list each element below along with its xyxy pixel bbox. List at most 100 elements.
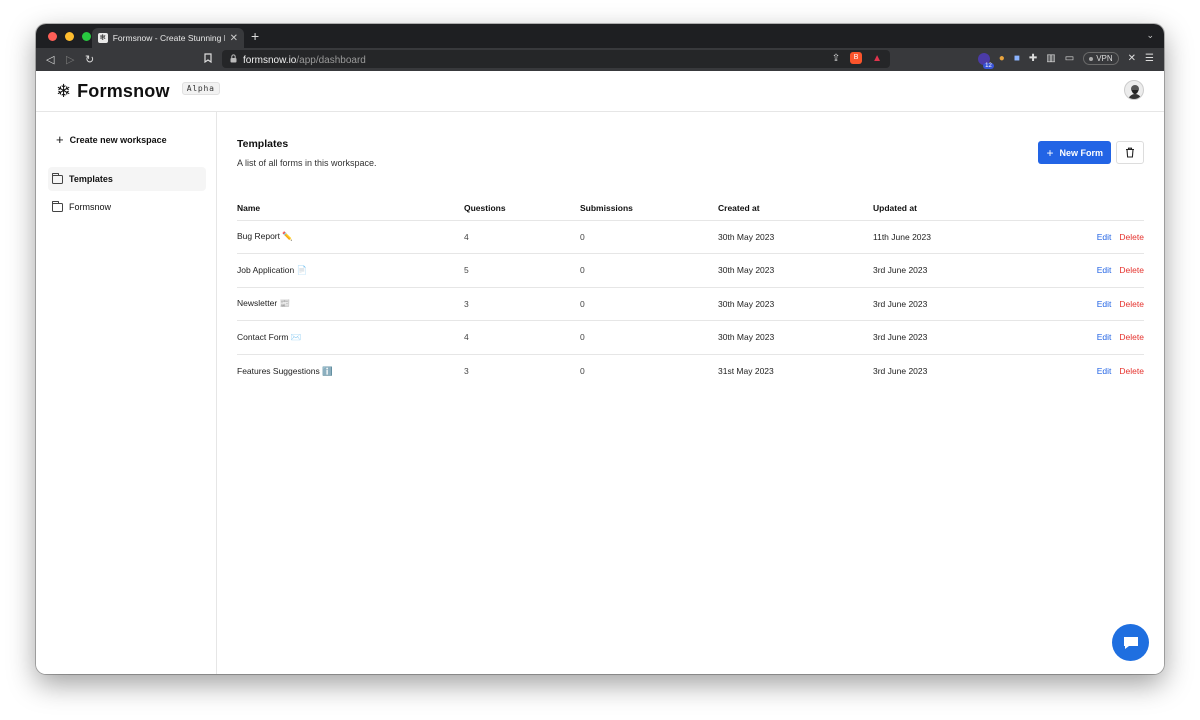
tab-menu-chevron-icon[interactable]: ⌄ [1146,30,1154,41]
extension-square-icon[interactable]: ■ [1014,53,1020,64]
minimize-window-button[interactable] [65,32,74,41]
snowflake-icon: ❄ [56,81,72,101]
table-row: Job Application 📄 5 0 30th May 2023 3rd June… [237,253,1144,288]
vpn-label: VPN [1096,54,1113,63]
cookie-extension-icon[interactable]: ● [999,53,1005,64]
name-cell: Job Application 📄 [237,253,464,288]
table-row: Newsletter 📰 3 0 30th May 2023 3rd June 2023… [237,287,1144,321]
delete-link[interactable]: Delete [1119,366,1144,376]
page-subtitle: A list of all forms in this workspace. [237,158,377,168]
menu-icon[interactable]: ☰ [1145,53,1154,64]
close-window-button[interactable] [48,32,57,41]
table-header-row: Name Questions Submissions Created at Up… [237,196,1144,221]
tab-bar: ❄ Formsnow - Create Stunning Fo ✕ + ⌄ [36,24,1164,48]
created-cell: 30th May 2023 [718,220,873,254]
delete-link[interactable]: Delete [1119,265,1144,275]
submissions-cell: 0 [580,220,718,254]
tools-icon[interactable]: ✕ [1128,53,1136,64]
forms-table: Name Questions Submissions Created at Up… [237,196,1144,388]
updated-cell: 11th June 2023 [873,220,1023,254]
tab-close-icon[interactable]: ✕ [230,33,238,44]
extensions-area: 12 ● ■ ✚ ▥ ▭ VPN ✕ ☰ [977,52,1154,69]
sidebar-item-formsnow[interactable]: Formsnow [48,195,206,219]
column-header-created: Created at [718,196,873,221]
table-row: Features Suggestions ℹ️ 3 0 31st May 2023 3r… [237,354,1144,388]
column-header-updated: Updated at [873,196,1023,221]
new-form-button[interactable]: + New Form [1038,141,1111,164]
updated-cell: 3rd June 2023 [873,320,1023,355]
logo[interactable]: ❄ Formsnow Alpha [56,81,220,102]
url-path: /app/dashboard [296,55,366,66]
edit-link[interactable]: Edit [1097,265,1112,275]
brave-shields-icon[interactable]: B [850,52,863,64]
sidebar-item-templates[interactable]: Templates [48,167,206,191]
questions-cell: 3 [464,366,469,376]
sidebar-item-label: Templates [69,174,113,184]
questions-cell: 5 [464,253,580,288]
updated-cell: 3rd June 2023 [873,366,928,376]
maximize-window-button[interactable] [82,32,91,41]
folder-icon [51,172,63,184]
edit-link[interactable]: Edit [1097,332,1112,342]
questions-cell: 4 [464,220,580,254]
updated-cell: 3rd June 2023 [873,287,1023,321]
url-host: formsnow.io [243,55,297,66]
page-title: Templates [237,138,289,150]
vpn-button[interactable]: VPN [1083,52,1119,65]
delete-workspace-button[interactable] [1116,141,1144,164]
actions-cell: Edit Delete [1023,220,1144,254]
browser-window: ❄ Formsnow - Create Stunning Fo ✕ + ⌄ ◁ … [36,24,1164,674]
submissions-cell: 0 [580,366,585,376]
created-cell: 30th May 2023 [718,320,873,355]
actions-cell: Edit Delete [1023,287,1144,321]
delete-link[interactable]: Delete [1119,332,1144,342]
column-header-submissions: Submissions [580,196,718,221]
questions-cell: 4 [464,320,580,355]
favicon-icon: ❄ [98,33,108,43]
actions-cell: Edit Delete [1023,253,1144,288]
new-tab-icon[interactable]: + [251,28,259,44]
forward-icon[interactable]: ▷ [66,53,74,66]
column-header-name: Name [237,196,464,221]
plus-icon: + [1046,145,1054,160]
actions-cell: Edit Delete [1023,320,1144,355]
browser-tab[interactable]: ❄ Formsnow - Create Stunning Fo ✕ [92,28,244,48]
edit-link[interactable]: Edit [1097,232,1112,242]
chat-icon [1123,636,1138,649]
puzzle-icon[interactable]: ✚ [1029,53,1037,64]
plus-icon: + [56,132,64,147]
submissions-cell: 0 [580,253,718,288]
delete-link[interactable]: Delete [1119,232,1144,242]
lock-icon [230,53,237,65]
edit-link[interactable]: Edit [1097,299,1112,309]
app-header: ❄ Formsnow Alpha [36,71,1164,112]
sidebar-item-label: Formsnow [69,202,112,212]
table-row: Contact Form ✉️ 4 0 30th May 2023 3rd June 2… [237,320,1144,355]
reload-icon[interactable]: ↻ [85,53,94,66]
share-icon[interactable]: ⇪ [832,53,840,64]
create-workspace-button[interactable]: + Create new workspace [56,132,167,147]
created-cell: 30th May 2023 [718,287,873,321]
name-cell: Contact Form ✉️ [237,320,464,355]
new-form-label: New Form [1059,147,1103,158]
table-row: Bug Report ✏️ 4 0 30th May 2023 11th June 20… [237,220,1144,254]
delete-link[interactable]: Delete [1119,299,1144,309]
sidebar-toggle-icon[interactable]: ▥ [1046,53,1055,64]
bookmark-icon[interactable] [204,53,212,66]
browser-toolbar: ◁ ▷ ↻ formsnow.io/app/dashboard ⇪ B ▲ 12… [36,48,1164,71]
alpha-badge: Alpha [181,82,220,95]
address-bar[interactable]: formsnow.io/app/dashboard ⇪ B ▲ [222,50,890,68]
avatar[interactable] [1124,80,1144,100]
submissions-cell: 0 [580,287,718,321]
app: ❄ Formsnow Alpha + Create new workspace … [36,71,1164,674]
edit-link[interactable]: Edit [1097,366,1112,376]
column-header-questions: Questions [464,196,580,221]
extension-badge-icon[interactable]: 12 [977,52,994,69]
address-bar-actions: ⇪ B ▲ [832,52,882,64]
chat-button[interactable] [1112,624,1149,661]
created-cell: 31st May 2023 [718,366,774,376]
back-icon[interactable]: ◁ [46,53,54,66]
wallet-icon[interactable]: ▭ [1065,53,1074,64]
vpn-status-icon [1089,56,1094,61]
brave-rewards-icon[interactable]: ▲ [872,53,882,64]
